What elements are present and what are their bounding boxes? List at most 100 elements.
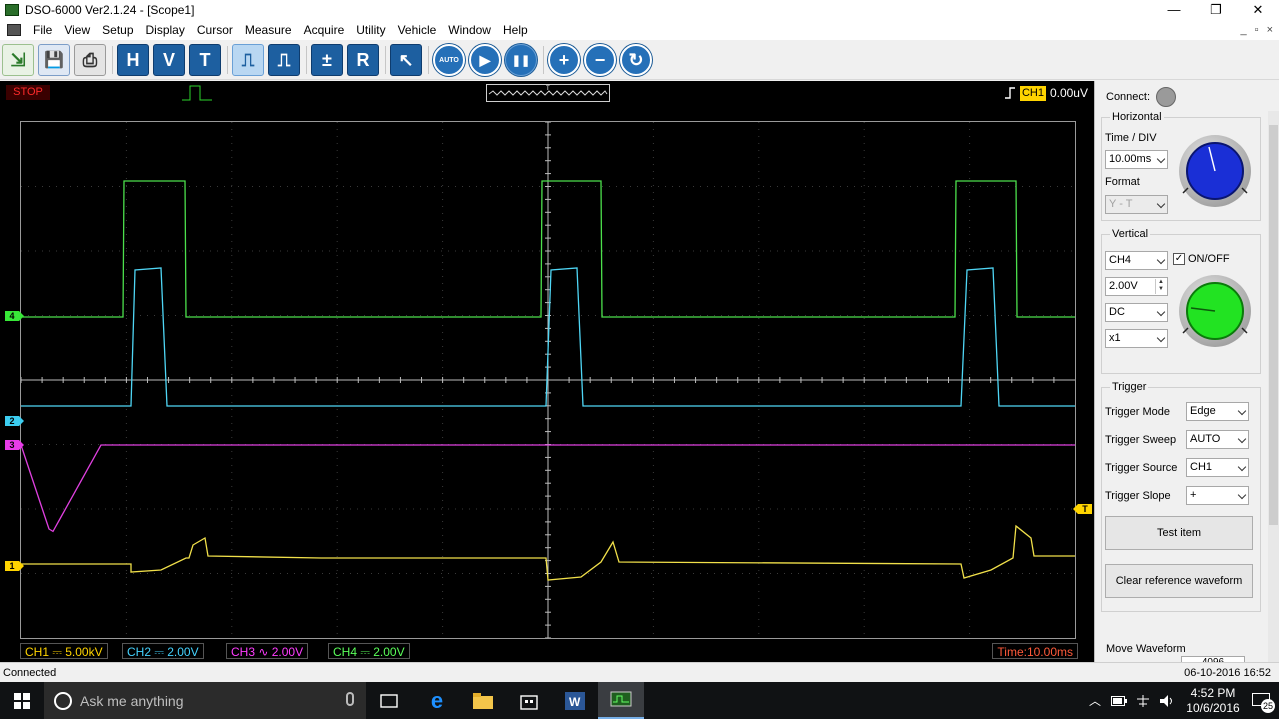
run-glyph: ▶ xyxy=(479,51,491,68)
store-icon[interactable] xyxy=(506,682,552,719)
panel-scrollbar[interactable] xyxy=(1268,111,1279,662)
pause-glyph: ❚❚ xyxy=(511,54,531,67)
onoff-label: ON/OFF xyxy=(1188,253,1230,265)
menu-vehicle[interactable]: Vehicle xyxy=(392,23,443,37)
network-icon[interactable] xyxy=(1135,694,1151,708)
ch1-marker[interactable]: 1 xyxy=(5,561,24,571)
close-button[interactable]: ✕ xyxy=(1237,0,1279,20)
clear-reference-button[interactable]: Clear reference waveform xyxy=(1105,564,1253,598)
ch2-readout[interactable]: CH2 ⎓ 2.00V xyxy=(122,643,204,659)
minimize-button[interactable]: — xyxy=(1153,0,1195,20)
menu-display[interactable]: Display xyxy=(140,23,191,37)
trigger-mode-select[interactable]: Edge xyxy=(1186,402,1249,421)
restore-button[interactable]: ❐ xyxy=(1195,0,1237,20)
window-controls: — ❐ ✕ xyxy=(1153,0,1279,20)
volume-icon[interactable] xyxy=(1159,694,1175,708)
memory-overview-icon[interactable]: T xyxy=(486,84,610,102)
horizontal-group: Horizontal Time / DIV 10.00ms Format Y -… xyxy=(1101,111,1261,221)
ch2-marker[interactable]: 2 xyxy=(5,416,24,426)
menu-acquire[interactable]: Acquire xyxy=(298,23,351,37)
run-icon[interactable]: ▶ xyxy=(469,44,501,76)
probe-select[interactable]: x1 xyxy=(1105,329,1168,348)
connection-status-icon xyxy=(1156,87,1177,107)
menu-view[interactable]: View xyxy=(58,23,96,37)
math-icon[interactable]: ± xyxy=(311,44,343,76)
trigger-sweep-value: AUTO xyxy=(1190,433,1221,445)
test-item-button[interactable]: Test item xyxy=(1105,516,1253,550)
format-select: Y - T xyxy=(1105,195,1168,214)
menu-file[interactable]: File xyxy=(27,23,58,37)
clock[interactable]: 4:52 PM 10/6/2016 xyxy=(1183,686,1243,716)
menu-setup[interactable]: Setup xyxy=(96,23,139,37)
scrollbar-thumb[interactable] xyxy=(1269,125,1278,525)
mdi-restore-button[interactable]: ▫ xyxy=(1255,20,1259,40)
zoom-out-icon[interactable]: − xyxy=(584,44,616,76)
trigger-sweep-select[interactable]: AUTO xyxy=(1186,430,1249,449)
time-div-knob[interactable] xyxy=(1179,135,1251,207)
vertical-channel-value: CH4 xyxy=(1109,254,1132,266)
chevron-down-icon xyxy=(1156,333,1166,343)
menu-utility[interactable]: Utility xyxy=(350,23,391,37)
refresh-icon[interactable]: ↻ xyxy=(620,44,652,76)
file-explorer-icon[interactable] xyxy=(460,682,506,719)
reference-icon[interactable]: R xyxy=(347,44,379,76)
ch4-readout[interactable]: CH4 ⎓ 2.00V xyxy=(328,643,410,659)
horizontal-icon[interactable]: H xyxy=(117,44,149,76)
spinner-arrows-icon[interactable]: ▲ ▼ xyxy=(1155,279,1166,294)
menu-window[interactable]: Window xyxy=(442,23,497,37)
channel-onoff-checkbox[interactable]: ✓ ON/OFF xyxy=(1173,253,1230,265)
battery-icon[interactable] xyxy=(1111,695,1127,706)
vertical-icon[interactable]: V xyxy=(153,44,185,76)
start-button[interactable] xyxy=(0,682,44,719)
trigger-slope-label: Trigger Slope xyxy=(1105,490,1171,502)
print-icon[interactable]: ⎙ xyxy=(74,44,106,76)
trigger-slope-select[interactable]: + xyxy=(1186,486,1249,505)
menu-help[interactable]: Help xyxy=(497,23,534,37)
volts-div-knob[interactable] xyxy=(1179,275,1251,347)
scope-display[interactable]: STOP T CH1 0.00uV 4 2 3 1 T CH1 ⎓ 5.00kV xyxy=(0,81,1094,662)
trigger-level-marker[interactable]: T xyxy=(1073,504,1092,514)
volts-div-spinner[interactable]: 2.00V ▲ ▼ xyxy=(1105,277,1168,296)
ch1-readout[interactable]: CH1 ⎓ 5.00kV xyxy=(20,643,108,659)
pause-icon[interactable]: ❚❚ xyxy=(505,44,537,76)
vertical-channel-select[interactable]: CH4 xyxy=(1105,251,1168,270)
vertical-title: Vertical xyxy=(1110,228,1151,240)
open-icon[interactable]: ⇲ xyxy=(2,44,34,76)
auto-icon[interactable]: AUTO xyxy=(433,44,465,76)
connect-label: Connect: xyxy=(1106,91,1151,103)
trigger-slope-value: + xyxy=(1190,489,1197,501)
window-title: DSO-6000 Ver2.1.24 - [Scope1] xyxy=(25,3,195,17)
trigger-group: Trigger Trigger Mode Edge Trigger Sweep … xyxy=(1101,381,1261,612)
mdi-minimize-button[interactable]: _ xyxy=(1241,20,1247,40)
ch4-marker[interactable]: 4 xyxy=(5,311,24,321)
save-icon[interactable]: 💾 xyxy=(38,44,70,76)
task-view-icon[interactable] xyxy=(366,682,412,719)
word-icon[interactable]: W xyxy=(552,682,598,719)
zoom-in-icon[interactable]: + xyxy=(548,44,580,76)
cursor-icon[interactable]: ↖ xyxy=(390,44,422,76)
pulse-icon[interactable]: ⎍ xyxy=(232,44,264,76)
document-icon[interactable] xyxy=(7,24,21,36)
action-center-icon[interactable]: 25 xyxy=(1243,682,1279,719)
run-state-badge[interactable]: STOP xyxy=(6,85,50,100)
chevron-up-icon[interactable]: ︿ xyxy=(1089,692,1101,709)
menu-cursor[interactable]: Cursor xyxy=(191,23,239,37)
trigger-source-select[interactable]: CH1 xyxy=(1186,458,1249,477)
pulse-measure-icon[interactable]: ⎍ xyxy=(268,44,300,76)
menu-measure[interactable]: Measure xyxy=(239,23,298,37)
search-box[interactable]: Ask me anything xyxy=(44,682,366,719)
edge-browser-icon[interactable]: e xyxy=(414,682,460,719)
ch4-marker-label: 4 xyxy=(9,311,15,321)
svg-text:T: T xyxy=(546,86,550,92)
trigger-icon[interactable]: T xyxy=(189,44,221,76)
time-div-value: 10.00ms xyxy=(1109,153,1152,165)
oscilloscope-app-icon[interactable] xyxy=(598,682,644,719)
ch3-readout[interactable]: CH3 ∿ 2.00V xyxy=(226,643,309,659)
coupling-select[interactable]: DC xyxy=(1105,303,1168,322)
time-div-select[interactable]: 10.00ms xyxy=(1105,150,1168,169)
trigger-title: Trigger xyxy=(1110,381,1149,393)
waveform-grid[interactable] xyxy=(20,121,1076,639)
microphone-icon[interactable] xyxy=(346,692,354,706)
ch3-marker[interactable]: 3 xyxy=(5,440,24,450)
mdi-close-button[interactable]: × xyxy=(1267,20,1273,40)
